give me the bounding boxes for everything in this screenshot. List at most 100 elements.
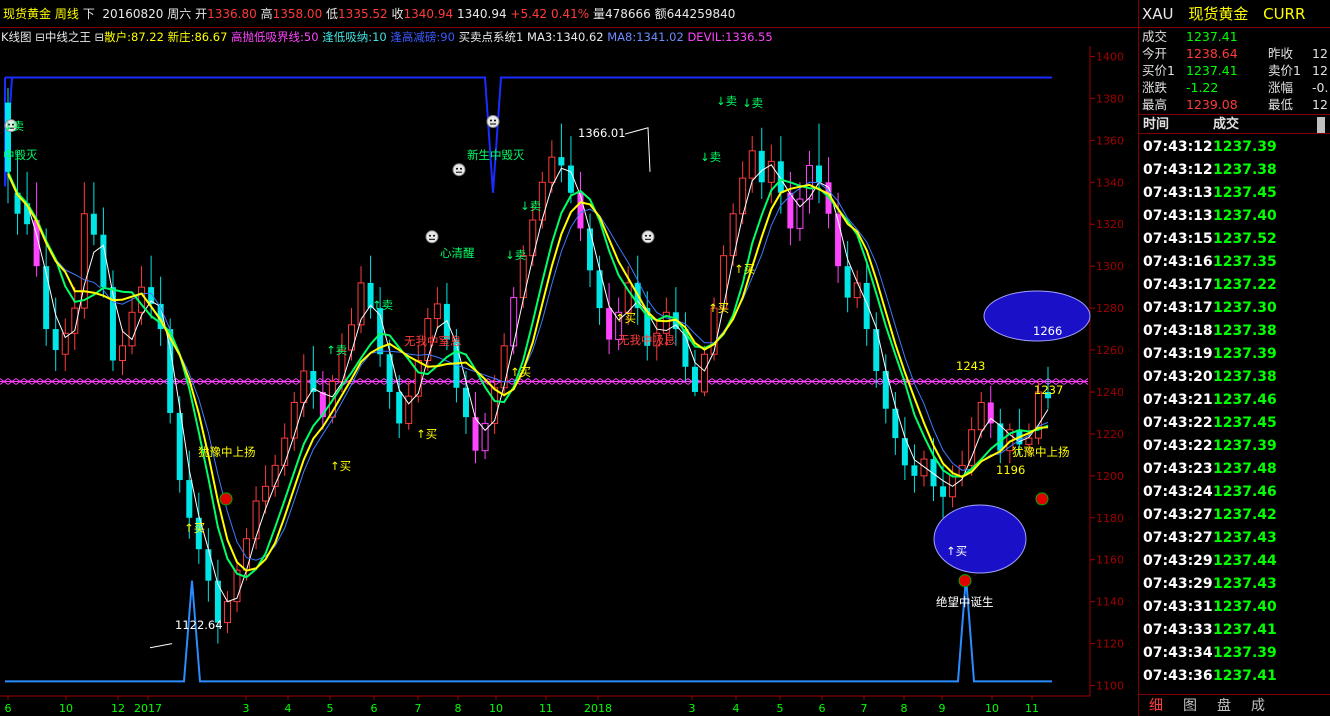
trade-row[interactable]: 07:43:29 1237.43 [1139,573,1330,596]
signal-sell-7: ↓卖 [742,96,763,110]
trade-price: 1237.45 [1213,185,1277,201]
x-tick-label: 7 [861,702,868,715]
trade-header-time: 时间 [1143,117,1170,132]
indicator-name[interactable]: 中线之王 [45,30,91,44]
trade-row[interactable]: 07:43:17 1237.22 [1139,274,1330,297]
quote-value: 12 [1312,63,1328,78]
trade-price: 1237.39 [1213,645,1277,661]
candle-body [472,417,479,451]
candle-body [816,165,823,183]
trade-row[interactable]: 07:43:18 1237.38 [1139,320,1330,343]
volume-label: 量 [592,7,605,21]
quote-label: 卖价1 [1268,63,1301,78]
x-ticks: 6 10 12 2017 3 4 5 6 7 8 10 11 2018 3 4 5 6 7 8 9 10 11 [5,696,1039,715]
low-price-label: 1122.64 [175,618,223,632]
ma8-value: MA8:1341.02 [607,30,684,44]
y-tick-label: 1400 [1096,50,1124,63]
trade-time: 07:43:19 [1143,346,1213,362]
trade-time: 07:43:12 [1143,139,1213,155]
trade-price: 1237.40 [1213,599,1277,615]
x-tick-label: 5 [327,702,334,715]
y-tick-label: 1140 [1096,596,1124,609]
candle-body [911,465,918,476]
face-eye [433,234,435,237]
trade-price: 1237.38 [1213,369,1277,385]
quote-label: 买价1 [1142,63,1175,78]
quote-label: 成交 [1142,29,1168,44]
trade-row[interactable]: 07:43:15 1237.52 [1139,228,1330,251]
trade-row[interactable]: 07:43:29 1237.44 [1139,550,1330,573]
candle-body [691,366,698,392]
trade-row[interactable]: 07:43:27 1237.42 [1139,504,1330,527]
candle-body [587,228,594,271]
trade-price: 1237.41 [1213,622,1277,638]
trade-row[interactable]: 07:43:31 1237.40 [1139,596,1330,619]
trade-time: 07:43:20 [1143,369,1213,385]
trade-time: 07:43:17 [1143,300,1213,316]
candlestick-chart[interactable]: 1100 1120 1140 1160 1180 1200 1220 1240 1260 1280… [0,46,1138,716]
tab-chart[interactable]: 图 [1183,695,1197,716]
trade-row[interactable]: 07:43:24 1237.46 [1139,481,1330,504]
quote-row-right: 卖价1 12 [1268,62,1328,79]
candle-body [548,156,556,183]
candle-body [52,329,59,351]
trade-row[interactable]: 07:43:22 1237.45 [1139,412,1330,435]
collapse-icon-2[interactable]: ⊟ [95,30,105,44]
trade-row[interactable]: 07:43:12 1237.39 [1139,136,1330,159]
trade-time: 07:43:31 [1143,599,1213,615]
trade-row[interactable]: 07:43:17 1237.30 [1139,297,1330,320]
trade-row[interactable]: 07:43:16 1237.35 [1139,251,1330,274]
x-tick-label: 6 [371,702,378,715]
trade-row[interactable]: 07:43:34 1237.39 [1139,642,1330,665]
trade-row[interactable]: 07:43:13 1237.45 [1139,182,1330,205]
indicator-bar: K线图 ⊟中线之王 ⊟散户:87.22 新庄:86.67 高抛低吸界线:50 逢… [0,28,1138,46]
panel-tabs: 细 图 盘 成 [1139,694,1330,716]
trade-row[interactable]: 07:43:12 1237.38 [1139,159,1330,182]
y-tick-label: 1160 [1096,554,1124,567]
ma3-value: MA3:1340.62 [527,30,604,44]
y-tick-label: 1360 [1096,134,1124,147]
tab-detail[interactable]: 细 [1149,695,1163,716]
trade-row[interactable]: 07:43:22 1237.39 [1139,435,1330,458]
signal-suffocate-1: 无我中窒息 [404,334,462,348]
trade-price: 1237.39 [1213,139,1277,155]
candle-body [90,213,97,235]
trade-price: 1237.38 [1213,162,1277,178]
trade-row[interactable]: 07:43:36 1237.41 [1139,665,1330,688]
quote-value: -0. [1312,80,1329,95]
tab-trades[interactable]: 成 [1251,695,1265,716]
quote-value: 12 [1312,97,1328,112]
chart-mode[interactable]: K线图 [1,30,32,44]
trade-row[interactable]: 07:43:21 1237.46 [1139,389,1330,412]
candle-body [1034,391,1042,439]
price-1237-label: 1237 [1034,383,1063,397]
trade-row[interactable]: 07:43:33 1237.41 [1139,619,1330,642]
scrollbar-thumb[interactable] [1317,117,1325,133]
candle-body [567,165,574,193]
system-name[interactable]: 买卖点系统1 [459,30,524,44]
trade-row[interactable]: 07:43:19 1237.39 [1139,343,1330,366]
trade-row[interactable]: 07:43:23 1237.48 [1139,458,1330,481]
candle-body [433,303,441,320]
trade-price: 1237.46 [1213,392,1277,408]
low-label: 低 [326,7,339,21]
trade-row[interactable]: 07:43:13 1237.40 [1139,205,1330,228]
trade-row[interactable]: 07:43:27 1237.43 [1139,527,1330,550]
quote-symbol: XAU [1142,5,1174,23]
x-tick-label: 3 [243,702,250,715]
x-tick-label: 2017 [134,702,162,715]
candle-body [223,601,231,624]
signal-buy-7: ↑买 [708,301,729,315]
trade-row[interactable]: 07:43:20 1237.38 [1139,366,1330,389]
signal-buy-1: ↑买 [184,521,205,535]
trade-time: 07:43:27 [1143,507,1213,523]
period-label[interactable]: 周线 [55,7,79,21]
quote-row-right: 昨收 12 [1268,45,1328,62]
face-circle [641,230,655,244]
x-tick-label: 2018 [584,702,612,715]
tab-depth[interactable]: 盘 [1217,695,1231,716]
face-icon [425,230,439,244]
collapse-icon[interactable]: ⊟ [35,30,45,44]
instrument-name: 现货黄金 [3,7,52,21]
candle-body [748,150,756,179]
